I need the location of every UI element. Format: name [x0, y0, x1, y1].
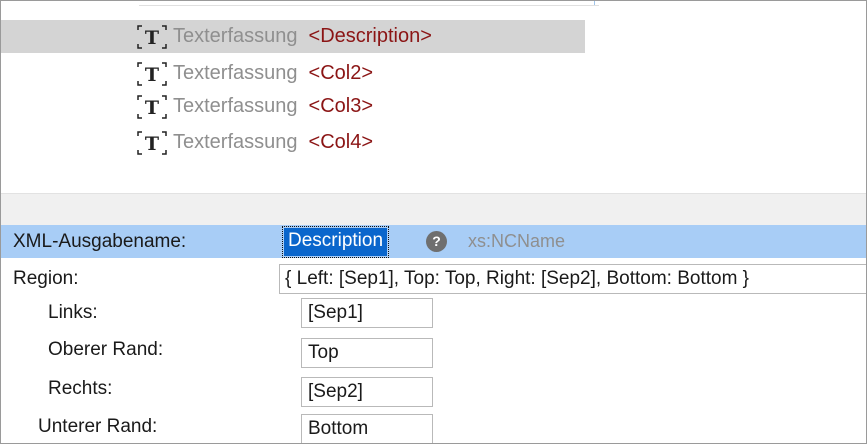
tree-item-name: <Col4> — [308, 131, 374, 153]
property-row-region[interactable]: Region: { Left: [Sep1], Top: Top, Right:… — [1, 262, 866, 295]
property-row-left[interactable]: Links: [Sep1] — [1, 296, 866, 329]
property-label: Links: — [48, 302, 98, 323]
tree-item-kind: Texterfassung — [173, 62, 298, 84]
tree-item-name: <Description> — [308, 25, 432, 47]
top-field[interactable]: Top — [301, 338, 433, 368]
tree-item-col2[interactable]: T Texterfassung <Col2> — [135, 57, 373, 90]
text-capture-icon: T — [135, 61, 169, 87]
property-label: Rechts: — [48, 378, 113, 399]
help-icon[interactable]: ? — [426, 231, 447, 252]
tree-item-col4[interactable]: T Texterfassung <Col4> — [135, 126, 373, 159]
tree-pane: T Texterfassung <Description> T Texterfa… — [1, 1, 866, 193]
tree-row-clipped — [139, 1, 599, 6]
svg-text:T: T — [145, 97, 159, 119]
type-hint: xs:NCName — [468, 231, 566, 251]
tree-item-description[interactable]: T Texterfassung <Description> — [1, 20, 585, 53]
property-row-right[interactable]: Rechts: [Sep2] — [1, 372, 866, 407]
tree-item-name: <Col3> — [308, 95, 374, 117]
text-capture-icon: T — [135, 94, 169, 120]
property-row-xml-name[interactable]: XML-Ausgabename: Description ? xs:NCName — [1, 225, 866, 258]
svg-text:T: T — [145, 27, 159, 49]
tree-item-kind: Texterfassung — [173, 95, 298, 117]
tree-item-col3[interactable]: T Texterfassung <Col3> — [135, 90, 373, 123]
bottom-field[interactable]: Bottom — [301, 414, 433, 443]
tree-item-name: <Col2> — [308, 62, 374, 84]
property-label: Oberer Rand: — [48, 339, 164, 360]
property-label: Unterer Rand: — [38, 416, 158, 437]
xml-designer-panel: T Texterfassung <Description> T Texterfa… — [0, 0, 867, 444]
text-capture-icon: T — [135, 130, 169, 156]
xml-name-input[interactable]: Description — [281, 226, 390, 258]
property-row-top[interactable]: Oberer Rand: Top — [1, 333, 866, 368]
svg-text:T: T — [145, 133, 159, 155]
tree-item-kind: Texterfassung — [173, 131, 298, 153]
text-capture-icon: T — [135, 24, 169, 50]
property-label: XML-Ausgabename: — [13, 231, 187, 252]
left-field[interactable]: [Sep1] — [301, 298, 433, 328]
pane-splitter[interactable] — [1, 193, 866, 226]
right-field[interactable]: [Sep2] — [301, 377, 433, 407]
svg-text:T: T — [145, 64, 159, 86]
region-field[interactable]: { Left: [Sep1], Top: Top, Right: [Sep2],… — [279, 264, 866, 294]
property-row-bottom[interactable]: Unterer Rand: Bottom — [1, 410, 866, 443]
tree-item-kind: Texterfassung — [173, 25, 298, 47]
property-label: Region: — [13, 268, 79, 289]
